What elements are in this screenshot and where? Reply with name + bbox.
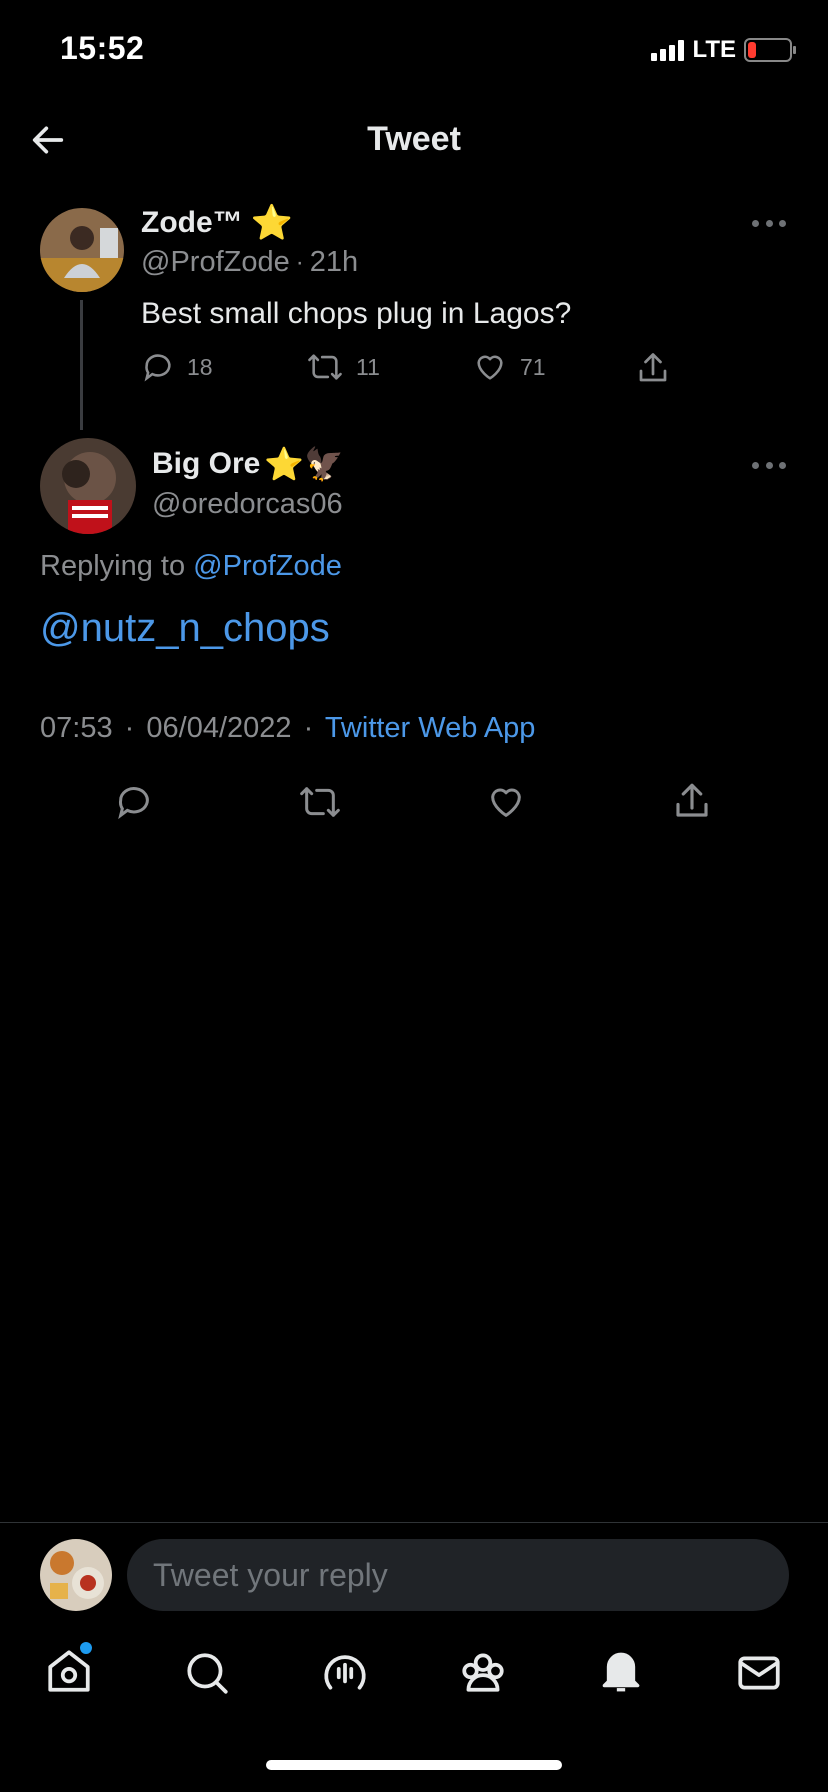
name-emojis: ⭐🦅: [264, 446, 345, 482]
retweet-icon[interactable]: [297, 782, 343, 822]
header: Tweet: [0, 100, 828, 180]
thread-line: [80, 300, 83, 430]
battery-icon: [744, 38, 796, 62]
tweet-detail-screen: 15:52 LTE Tweet Zode™ ⭐ @ProfZode · 21h: [0, 0, 828, 1792]
mention-link[interactable]: @nutz_n_chops: [40, 606, 330, 651]
divider: [0, 1522, 828, 1523]
replying-to: Replying to @ProfZode: [40, 550, 342, 583]
replying-to-handle[interactable]: @ProfZode: [193, 550, 342, 582]
author-handle[interactable]: @ProfZode: [141, 246, 290, 279]
share-icon[interactable]: [671, 780, 713, 822]
avatar[interactable]: [40, 1539, 112, 1611]
replying-to-label: Replying to: [40, 550, 186, 582]
heart-icon[interactable]: [485, 782, 527, 822]
retweet-count: 11: [356, 353, 380, 380]
communities-icon[interactable]: [458, 1646, 508, 1696]
heart-icon: [477, 355, 503, 380]
search-icon[interactable]: [182, 1648, 232, 1698]
speech-bubble-icon[interactable]: [114, 782, 154, 822]
meta-separator: ·: [295, 248, 304, 276]
share-button[interactable]: [635, 350, 671, 386]
page-title: Tweet: [367, 120, 461, 158]
signal-icon: [651, 39, 685, 61]
notifications-icon[interactable]: [596, 1646, 646, 1696]
avatar[interactable]: [40, 208, 124, 292]
tweet-date: 06/04/2022: [146, 712, 292, 744]
more-dots-icon[interactable]: [752, 218, 786, 228]
parent-tweet-header: Zode™ ⭐: [141, 203, 293, 243]
tweet-text: Best small chops plug in Lagos?: [141, 297, 572, 330]
spaces-icon[interactable]: [320, 1646, 370, 1696]
status-time: 15:52: [60, 30, 145, 66]
parent-tweet-meta: @ProfZode · 21h: [141, 246, 358, 279]
messages-icon[interactable]: [734, 1648, 784, 1698]
retweet-icon: [308, 354, 342, 380]
notification-dot: [80, 1642, 92, 1654]
main-tweet-header: Big Ore ⭐🦅: [152, 445, 344, 483]
network-label: LTE: [692, 36, 736, 63]
avatar[interactable]: [40, 438, 136, 534]
meta-separator: ·: [124, 712, 135, 744]
star-emoji: ⭐: [250, 204, 294, 242]
more-dots-icon[interactable]: [752, 460, 786, 470]
retweet-button[interactable]: 11: [306, 350, 380, 384]
meta-separator: ·: [303, 712, 314, 744]
tweet-source-link[interactable]: Twitter Web App: [325, 712, 536, 744]
tweet-time: 07:53: [40, 712, 113, 744]
tweet-age: 21h: [309, 246, 359, 278]
home-indicator[interactable]: [266, 1760, 562, 1770]
tweet-timestamp: 07:53 · 06/04/2022 · Twitter Web App: [40, 712, 535, 745]
status-indicators: LTE: [651, 36, 796, 64]
reply-count: 18: [187, 353, 213, 380]
speech-bubble-icon: [144, 354, 171, 382]
reply-input[interactable]: [127, 1539, 789, 1611]
author-name[interactable]: Big Ore: [152, 447, 260, 481]
bottom-tab-bar: [0, 1640, 828, 1710]
like-count: 71: [520, 353, 546, 380]
share-icon: [639, 353, 667, 382]
author-name[interactable]: Zode™: [141, 206, 243, 240]
like-button[interactable]: 71: [472, 350, 546, 384]
reply-button[interactable]: 18: [141, 350, 213, 384]
author-handle[interactable]: @oredorcas06: [152, 488, 343, 521]
